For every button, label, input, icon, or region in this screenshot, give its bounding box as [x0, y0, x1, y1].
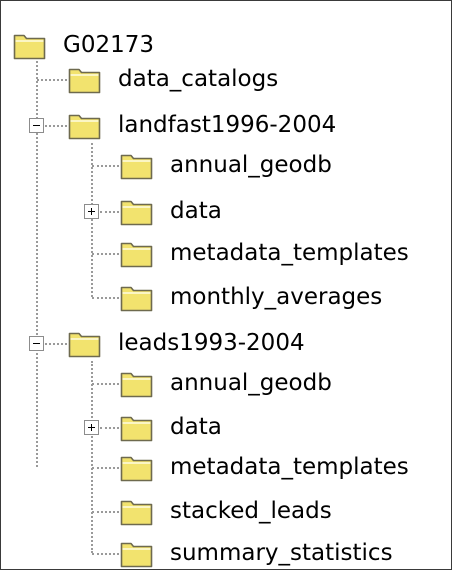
- tree-node-label: stacked_leads: [170, 498, 332, 524]
- folder-icon: [120, 416, 153, 442]
- folder-icon: [120, 500, 153, 526]
- tree-node-landfast[interactable]: landfast1996-2004: [68, 103, 336, 147]
- tree-connector: [45, 125, 67, 127]
- collapse-toggle-landfast[interactable]: [29, 118, 44, 133]
- tree-node-landfast-annual-geodb[interactable]: annual_geodb: [120, 143, 332, 187]
- tree-connector: [92, 383, 119, 385]
- folder-icon: [68, 332, 101, 358]
- tree-node-label: monthly_averages: [170, 284, 383, 310]
- tree-node-landfast-data[interactable]: data: [120, 189, 222, 233]
- tree-node-label: metadata_templates: [170, 454, 409, 480]
- folder-icon: [68, 114, 101, 140]
- tree-node-leads-summary-statistics[interactable]: summary_statistics: [120, 531, 393, 569]
- tree-node-data-catalogs[interactable]: data_catalogs: [68, 57, 278, 101]
- folder-icon: [120, 154, 153, 180]
- folder-icon: [68, 68, 101, 94]
- collapse-toggle-leads[interactable]: [29, 336, 44, 351]
- tree-node-label: metadata_templates: [170, 240, 409, 266]
- folder-tree: G02173 data_catalogs landfast1996-2004 a…: [0, 0, 452, 570]
- folder-icon: [120, 456, 153, 482]
- tree-node-leads[interactable]: leads1993-2004: [68, 321, 305, 365]
- tree-node-label: leads1993-2004: [118, 330, 305, 356]
- tree-node-label: summary_statistics: [170, 540, 393, 566]
- tree-connector: [100, 427, 119, 429]
- tree-node-label: landfast1996-2004: [118, 112, 337, 138]
- tree-node-leads-metadata-templates[interactable]: metadata_templates: [120, 445, 409, 489]
- tree-node-label: data_catalogs: [118, 66, 279, 92]
- expand-toggle-leads-data[interactable]: [84, 420, 99, 435]
- folder-icon: [120, 542, 153, 568]
- expand-toggle-landfast-data[interactable]: [84, 204, 99, 219]
- tree-connector: [100, 211, 119, 213]
- folder-icon: [13, 34, 46, 60]
- tree-node-label: data: [170, 198, 222, 224]
- tree-node-label: data: [170, 414, 222, 440]
- tree-connector: [92, 297, 119, 299]
- tree-node-leads-data[interactable]: data: [120, 405, 222, 449]
- tree-connector: [91, 361, 93, 553]
- tree-connector: [92, 553, 119, 555]
- tree-connector: [92, 165, 119, 167]
- tree-node-label: annual_geodb: [170, 152, 332, 178]
- tree-node-landfast-metadata-templates[interactable]: metadata_templates: [120, 231, 409, 275]
- folder-icon: [120, 286, 153, 312]
- tree-connector: [92, 467, 119, 469]
- folder-icon: [120, 372, 153, 398]
- tree-node-leads-annual-geodb[interactable]: annual_geodb: [120, 361, 332, 405]
- tree-node-label: annual_geodb: [170, 370, 332, 396]
- tree-node-landfast-monthly-averages[interactable]: monthly_averages: [120, 275, 382, 319]
- folder-icon: [120, 200, 153, 226]
- tree-node-leads-stacked-leads[interactable]: stacked_leads: [120, 489, 332, 533]
- folder-icon: [120, 242, 153, 268]
- tree-connector: [92, 253, 119, 255]
- tree-connector: [37, 79, 67, 81]
- tree-connector: [92, 511, 119, 513]
- tree-connector: [45, 343, 67, 345]
